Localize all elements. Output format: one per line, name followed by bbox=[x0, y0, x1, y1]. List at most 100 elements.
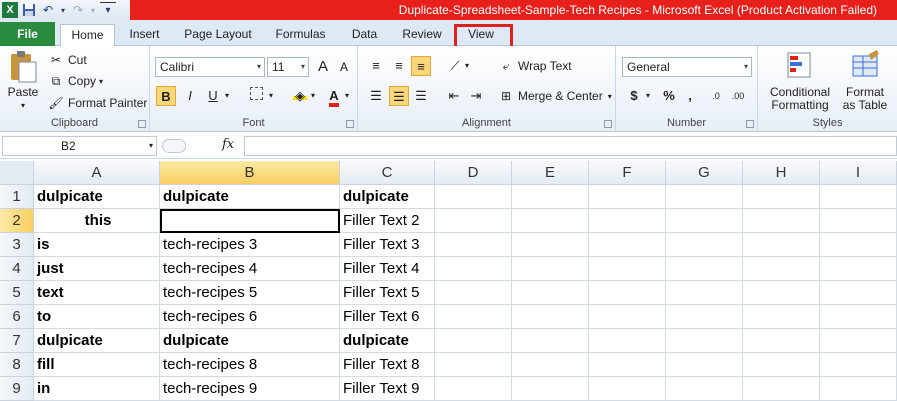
cell-i4[interactable] bbox=[820, 257, 897, 281]
cell-f6[interactable] bbox=[589, 305, 666, 329]
column-header-f[interactable]: F bbox=[589, 161, 666, 185]
customize-qat-icon[interactable]: ▾ bbox=[100, 2, 116, 18]
row-header-1[interactable]: 1 bbox=[0, 185, 34, 209]
cell-h8[interactable] bbox=[743, 353, 820, 377]
cell-c5[interactable]: Filler Text 5 bbox=[340, 281, 435, 305]
cell-e1[interactable] bbox=[512, 185, 589, 209]
cell-h1[interactable] bbox=[743, 185, 820, 209]
grow-font-button[interactable]: A bbox=[313, 57, 333, 77]
cell-d2[interactable] bbox=[435, 209, 512, 233]
tab-file[interactable]: File bbox=[0, 22, 55, 46]
column-header-a[interactable]: A bbox=[34, 161, 160, 185]
cell-c7[interactable]: dulpicate bbox=[340, 329, 435, 353]
column-header-e[interactable]: E bbox=[512, 161, 589, 185]
chevron-down-icon[interactable]: ▾ bbox=[308, 86, 318, 106]
chevron-down-icon[interactable]: ▾ bbox=[643, 86, 653, 106]
cell-e5[interactable] bbox=[512, 281, 589, 305]
cell-i9[interactable] bbox=[820, 377, 897, 401]
italic-button[interactable]: I bbox=[180, 86, 200, 106]
underline-button[interactable]: U bbox=[203, 86, 223, 106]
row-header-6[interactable]: 6 bbox=[0, 305, 34, 329]
shrink-font-button[interactable]: A bbox=[334, 57, 354, 77]
align-top-button[interactable]: ≡ bbox=[366, 56, 386, 76]
cell-e2[interactable] bbox=[512, 209, 589, 233]
comma-button[interactable]: , bbox=[680, 86, 700, 106]
cell-c4[interactable]: Filler Text 4 bbox=[340, 257, 435, 281]
cell-i3[interactable] bbox=[820, 233, 897, 257]
cut-button[interactable]: ✂ Cut bbox=[48, 52, 87, 68]
cell-h6[interactable] bbox=[743, 305, 820, 329]
currency-button[interactable]: $ bbox=[624, 86, 644, 106]
cell-c9[interactable]: Filler Text 9 bbox=[340, 377, 435, 401]
chevron-down-icon[interactable]: ▾ bbox=[222, 86, 232, 106]
column-header-i[interactable]: I bbox=[820, 161, 897, 185]
cell-a3[interactable]: is bbox=[34, 233, 160, 257]
tab-home[interactable]: Home bbox=[60, 24, 115, 47]
cell-f2[interactable] bbox=[589, 209, 666, 233]
name-box[interactable]: B2 ▾ bbox=[2, 136, 157, 156]
cell-i2[interactable] bbox=[820, 209, 897, 233]
cell-d8[interactable] bbox=[435, 353, 512, 377]
cell-f5[interactable] bbox=[589, 281, 666, 305]
cell-d1[interactable] bbox=[435, 185, 512, 209]
cell-i5[interactable] bbox=[820, 281, 897, 305]
cell-a4[interactable]: just bbox=[34, 257, 160, 281]
percent-button[interactable]: % bbox=[659, 86, 679, 106]
row-header-4[interactable]: 4 bbox=[0, 257, 34, 281]
cell-g7[interactable] bbox=[666, 329, 743, 353]
dialog-launcher-icon[interactable] bbox=[604, 120, 612, 128]
cell-e9[interactable] bbox=[512, 377, 589, 401]
borders-button[interactable] bbox=[246, 86, 266, 106]
cell-g6[interactable] bbox=[666, 305, 743, 329]
format-as-table-button[interactable]: Format as Table bbox=[836, 50, 894, 112]
cell-f8[interactable] bbox=[589, 353, 666, 377]
cell-c6[interactable]: Filler Text 6 bbox=[340, 305, 435, 329]
cell-b7[interactable]: dulpicate bbox=[160, 329, 340, 353]
cell-b4[interactable]: tech-recipes 4 bbox=[160, 257, 340, 281]
cell-d7[interactable] bbox=[435, 329, 512, 353]
font-name-combo[interactable]: Calibri ▾ bbox=[155, 57, 265, 77]
cell-c8[interactable]: Filler Text 8 bbox=[340, 353, 435, 377]
cell-a8[interactable]: fill bbox=[34, 353, 160, 377]
insert-function-icon[interactable]: fx bbox=[222, 137, 234, 152]
save-icon[interactable] bbox=[21, 2, 37, 18]
cell-i6[interactable] bbox=[820, 305, 897, 329]
wrap-text-button[interactable]: ⤶ Wrap Text bbox=[498, 58, 572, 74]
cell-c1[interactable]: dulpicate bbox=[340, 185, 435, 209]
row-header-2[interactable]: 2 bbox=[0, 209, 34, 233]
decrease-decimal-button[interactable]: .00 bbox=[728, 86, 748, 106]
cell-b3[interactable]: tech-recipes 3 bbox=[160, 233, 340, 257]
paste-button[interactable]: Paste ▾ bbox=[4, 50, 42, 112]
bold-button[interactable]: B bbox=[156, 86, 176, 106]
dropdown-chevron-icon[interactable]: ▾ bbox=[59, 2, 67, 18]
cell-i7[interactable] bbox=[820, 329, 897, 353]
align-right-button[interactable]: ☰ bbox=[411, 86, 431, 106]
cell-g4[interactable] bbox=[666, 257, 743, 281]
increase-indent-button[interactable]: ⇥ bbox=[466, 86, 486, 106]
cell-f1[interactable] bbox=[589, 185, 666, 209]
cell-f4[interactable] bbox=[589, 257, 666, 281]
conditional-formatting-button[interactable]: Conditional Formatting bbox=[766, 50, 834, 112]
font-color-button[interactable]: A bbox=[324, 86, 344, 107]
cell-g2[interactable] bbox=[666, 209, 743, 233]
tab-insert[interactable]: Insert bbox=[122, 24, 167, 46]
row-header-9[interactable]: 9 bbox=[0, 377, 34, 401]
merge-center-button[interactable]: ⊞ Merge & Center ▾ bbox=[498, 88, 612, 104]
cell-b9[interactable]: tech-recipes 9 bbox=[160, 377, 340, 401]
chevron-down-icon[interactable]: ▾ bbox=[608, 92, 612, 101]
cell-h9[interactable] bbox=[743, 377, 820, 401]
tab-page-layout[interactable]: Page Layout bbox=[178, 24, 258, 46]
number-format-combo[interactable]: General ▾ bbox=[622, 57, 752, 77]
align-center-button[interactable]: ☰ bbox=[389, 86, 409, 106]
tab-data[interactable]: Data bbox=[342, 24, 387, 46]
tab-review[interactable]: Review bbox=[396, 24, 448, 46]
cell-e3[interactable] bbox=[512, 233, 589, 257]
active-cell-b2[interactable] bbox=[160, 209, 340, 233]
excel-icon[interactable]: X bbox=[2, 2, 18, 18]
paste-dropdown-icon[interactable]: ▾ bbox=[4, 99, 42, 112]
decrease-indent-button[interactable]: ⇤ bbox=[444, 86, 464, 106]
redo-icon[interactable]: ↷ bbox=[70, 2, 86, 18]
select-all-corner[interactable] bbox=[0, 161, 34, 185]
column-header-g[interactable]: G bbox=[666, 161, 743, 185]
cell-g3[interactable] bbox=[666, 233, 743, 257]
